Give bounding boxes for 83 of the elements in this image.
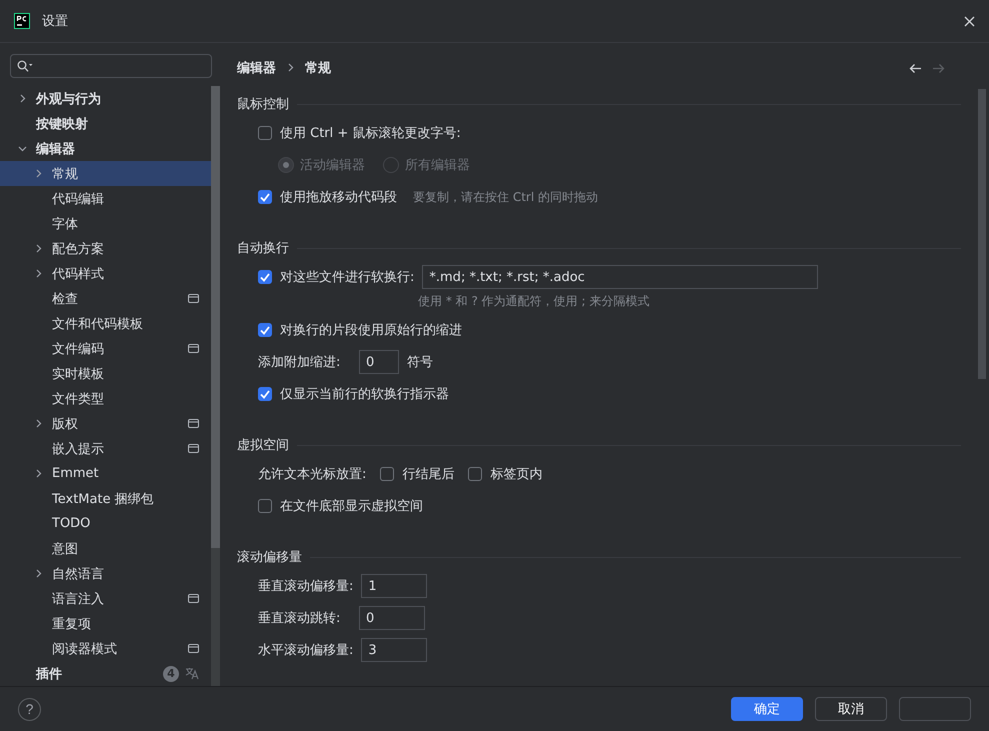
checkbox-label: 对换行的片段使用原始行的缩进 — [280, 322, 462, 339]
breadcrumb-item: 常规 — [305, 60, 331, 77]
dialog-button[interactable]: 取消 — [815, 697, 887, 721]
sidebar-item[interactable]: 配色方案 — [0, 236, 211, 261]
checkbox[interactable] — [380, 467, 394, 481]
sidebar-item[interactable]: 实时模板 — [0, 361, 211, 386]
sidebar-item[interactable]: 代码样式 — [0, 261, 211, 286]
hint-text: 使用 * 和 ? 作为通配符，使用 ; 来分隔模式 — [418, 294, 650, 308]
search-icon — [17, 60, 33, 72]
number-field[interactable]: 0 — [359, 606, 425, 630]
close-icon[interactable] — [964, 16, 975, 26]
dialog-button[interactable]: 确定 — [731, 697, 803, 721]
checkbox[interactable] — [258, 499, 272, 513]
checkbox[interactable] — [468, 467, 482, 481]
count-badge: 4 — [163, 666, 179, 682]
sidebar-item[interactable]: 重复项 — [0, 611, 211, 636]
sidebar-item[interactable]: 嵌入提示 — [0, 436, 211, 461]
sidebar-item[interactable]: 代码编辑 — [0, 186, 211, 211]
breadcrumb-item: 编辑器 — [237, 60, 276, 77]
section-title: 自动换行 — [237, 240, 289, 257]
search-field[interactable] — [10, 54, 212, 78]
checkbox[interactable] — [258, 126, 272, 140]
window-title: 设置 — [42, 13, 69, 30]
sidebar-item[interactable]: 语言注入 — [0, 586, 211, 611]
field-label: 允许文本光标放置: — [258, 466, 366, 483]
chevron-right-icon[interactable] — [18, 94, 27, 103]
checkbox-label: 对这些文件进行软换行: — [280, 269, 414, 286]
chevron-right-icon[interactable] — [34, 469, 43, 478]
sidebar-item[interactable]: 自然语言 — [0, 561, 211, 586]
sidebar-item[interactable]: 外观与行为 — [0, 86, 211, 111]
help-button[interactable]: ? — [18, 698, 41, 720]
sidebar-item[interactable]: 文件编码 — [0, 336, 211, 361]
field-label: 垂直滚动跳转: — [258, 610, 342, 627]
sidebar-item[interactable]: 文件和代码模板 — [0, 311, 211, 336]
unit-label: 符号 — [407, 354, 433, 371]
sidebar-item[interactable]: 插件 4 — [0, 661, 211, 686]
hint-text: 要复制，请在按住 Ctrl 的同时拖动 — [413, 188, 598, 206]
chevron-right-icon[interactable] — [34, 419, 43, 428]
chevron-right-icon[interactable] — [34, 244, 43, 253]
section-title: 鼠标控制 — [237, 96, 289, 113]
checkbox-label: 在文件底部显示虚拟空间 — [280, 498, 423, 515]
sidebar-item[interactable]: 编辑器 — [0, 136, 211, 161]
checkbox-label: 使用 Ctrl + 鼠标滚轮更改字号: — [280, 125, 461, 142]
sidebar-item[interactable]: Emmet — [0, 461, 211, 486]
sidebar-item[interactable]: 检查 — [0, 286, 211, 311]
sidebar-item[interactable]: 意图 — [0, 536, 211, 561]
section-title: 滚动偏移量 — [237, 549, 302, 566]
sidebar-item[interactable]: 版权 — [0, 411, 211, 436]
number-field[interactable]: 1 — [361, 574, 428, 598]
file-patterns-field[interactable]: *.md; *.txt; *.rst; *.adoc — [422, 265, 818, 289]
chevron-right-icon[interactable] — [34, 569, 43, 578]
field-label: 水平滚动偏移量: — [258, 642, 354, 659]
checkbox[interactable] — [258, 190, 272, 204]
chevron-right-icon[interactable] — [34, 169, 43, 178]
translate-icon — [185, 667, 199, 680]
section-title: 虚拟空间 — [237, 437, 289, 454]
chevron-down-icon[interactable] — [18, 144, 27, 153]
chevron-right-icon[interactable] — [286, 62, 295, 72]
back-arrow-icon[interactable] — [909, 62, 922, 74]
chevron-right-icon[interactable] — [34, 269, 43, 278]
checkbox-label: 行结尾后 — [402, 466, 454, 483]
radio-label: 所有编辑器 — [405, 157, 470, 174]
app-logo-icon — [14, 13, 30, 29]
checkbox-label: 使用拖放移动代码段 — [280, 189, 397, 206]
checkbox-label: 标签页内 — [490, 466, 542, 483]
sidebar-item[interactable]: TODO — [0, 511, 211, 536]
scrollbar-thumb[interactable] — [211, 86, 220, 548]
sidebar-item[interactable]: 常规 — [0, 161, 211, 186]
checkbox[interactable] — [258, 387, 272, 401]
checkbox-label: 仅显示当前行的软换行指示器 — [280, 386, 449, 403]
number-field[interactable]: 0 — [359, 350, 399, 374]
sidebar-item[interactable]: 文件类型 — [0, 386, 211, 411]
number-field[interactable]: 3 — [361, 638, 428, 662]
radio-label: 活动编辑器 — [300, 157, 365, 174]
sidebar-item[interactable]: 字体 — [0, 211, 211, 236]
sidebar-item[interactable]: 阅读器模式 — [0, 636, 211, 661]
checkbox[interactable] — [258, 270, 272, 284]
scrollbar-thumb[interactable] — [978, 89, 986, 379]
field-label: 添加附加缩进: — [258, 354, 342, 371]
checkbox[interactable] — [258, 323, 272, 337]
sidebar-item[interactable]: 按键映射 — [0, 111, 211, 136]
field-label: 垂直滚动偏移量: — [258, 578, 354, 595]
sidebar-item[interactable]: TextMate 捆绑包 — [0, 486, 211, 511]
